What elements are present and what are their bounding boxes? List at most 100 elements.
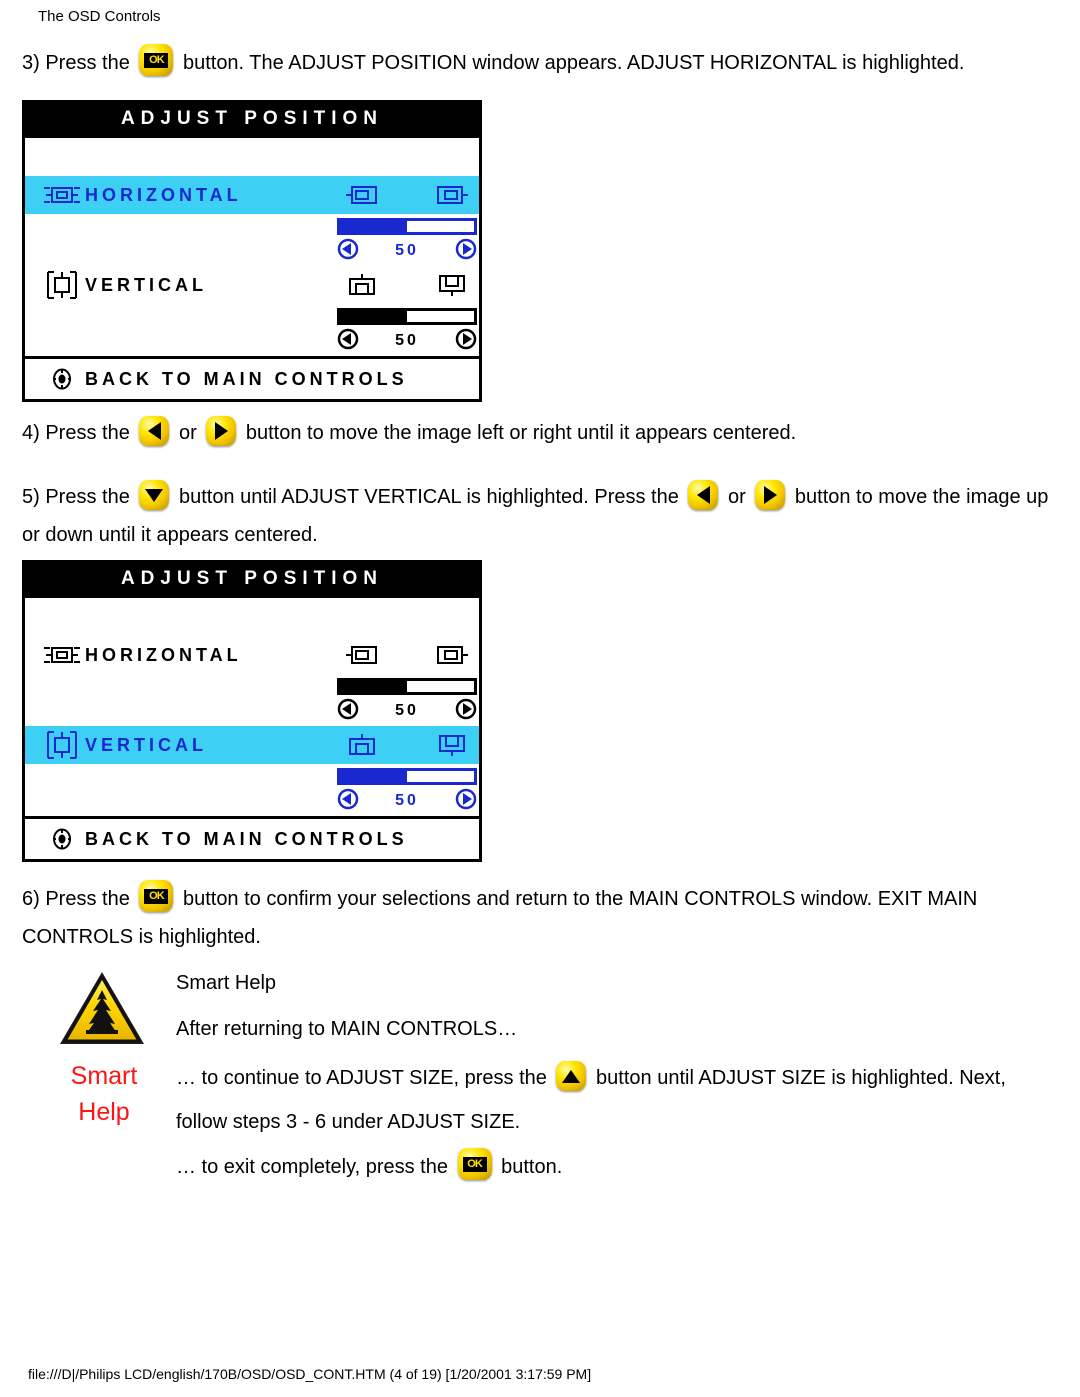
horizontal-position-icon [39,645,85,665]
smart-help-body-line-1-post: button until ADJUST SIZE is [596,1067,846,1089]
shift-down-icon[interactable] [433,726,471,764]
osd-slider-vertical-value: 50 [395,792,419,809]
osd-row-horizontal[interactable]: HORIZONTAL [25,176,479,214]
osd-row-vertical-label: VERTICAL [85,734,207,755]
osd-slider-vertical-increase-icon[interactable] [455,788,477,815]
step-4-post: button to move the image left or right u… [245,422,797,444]
osd-slider-vertical-controls: 50 [337,788,477,814]
smart-help-intro-text: After returning to MAIN CONTROLS… [176,1018,518,1040]
step-5-mid-1: button until ADJUST VERTICAL is highligh… [178,486,679,508]
warning-triangle-icon [56,968,148,1050]
smart-help-badge-line-2: Help [78,1098,130,1126]
step-6-pre: 6) Press the [22,888,130,910]
down-arrow-glyph [139,480,169,510]
osd-slider-vertical-decrease-icon[interactable] [337,788,359,815]
osd-slider-vertical-bar[interactable] [337,308,477,325]
osd-slider-vertical-controls: 50 [337,328,477,354]
smart-help-body-line-1-pre: … to continue to ADJUST SIZE, press the [176,1067,547,1089]
osd-slider-horizontal-bar[interactable] [337,218,477,235]
osd-panel-adjust-position-horizontal: ADJUST POSITION HORIZONTAL 50 VERTICAL 5… [22,100,482,402]
osd-panel-1-footer[interactable]: BACK TO MAIN CONTROLS [25,356,479,399]
osd-slider-horizontal-fill [340,681,407,692]
down-arrow-button-icon[interactable] [139,480,170,510]
vertical-position-icon [39,270,85,300]
osd-row-horizontal-label: HORIZONTAL [85,644,242,665]
smart-help-exit-line: … to exit completely, press the OK butto… [176,1148,562,1184]
osd-panel-1-body: HORIZONTAL 50 VERTICAL 50 [25,136,479,356]
smart-help-body-line-3-pre: … to exit completely, press the [176,1156,448,1178]
ok-button-glyph: OK [139,44,173,76]
osd-panel-2-footer[interactable]: BACK TO MAIN CONTROLS [25,816,479,859]
shift-left-icon[interactable] [343,636,381,674]
left-arrow-button-icon[interactable] [688,480,719,510]
smart-help-body: … to continue to ADJUST SIZE, press the … [176,1056,1056,1144]
right-arrow-button-icon[interactable] [206,416,237,446]
ok-label: OK [462,1156,487,1172]
ok-button-icon[interactable]: OK [457,1148,492,1180]
shift-right-icon[interactable] [433,176,471,214]
osd-slider-vertical[interactable]: 50 [337,768,477,814]
osd-slider-vertical-value: 50 [395,332,419,349]
osd-slider-horizontal-increase-icon[interactable] [455,698,477,725]
right-arrow-glyph [206,416,236,446]
step-5-pre: 5) Press the [22,486,130,508]
back-target-icon [39,828,85,850]
osd-panel-2-footer-label: BACK TO MAIN CONTROLS [85,828,408,849]
step-3-text: 3) Press the OK button. The ADJUST POSIT… [22,44,964,80]
osd-slider-horizontal-increase-icon[interactable] [455,238,477,265]
shift-right-icon[interactable] [433,636,471,674]
osd-slider-horizontal-decrease-icon[interactable] [337,698,359,725]
osd-row-horizontal-label: HORIZONTAL [85,184,242,205]
osd-row-vertical[interactable]: VERTICAL [25,726,479,764]
page-footer-path: file:///D|/Philips LCD/english/170B/OSD/… [28,1366,592,1382]
osd-slider-vertical-increase-icon[interactable] [455,328,477,355]
osd-slider-horizontal[interactable]: 50 [337,218,477,264]
shift-left-icon[interactable] [343,176,381,214]
left-arrow-glyph [688,480,718,510]
osd-slider-vertical-bar[interactable] [337,768,477,785]
right-arrow-glyph [755,480,785,510]
smart-help-intro: Smart Help After returning to MAIN CONTR… [176,960,1036,1052]
osd-slider-horizontal[interactable]: 50 [337,678,477,724]
step-5-mid-2: or [727,486,746,508]
osd-row-vertical[interactable]: VERTICAL [25,266,479,304]
step-6-post: button to confirm your selections and re… [182,888,978,910]
right-arrow-button-icon[interactable] [755,480,786,510]
horizontal-position-icon [39,185,85,205]
osd-slider-horizontal-decrease-icon[interactable] [337,238,359,265]
step-5-post: button to move the [794,486,961,508]
osd-row-horizontal[interactable]: HORIZONTAL [25,636,479,674]
osd-row-vertical-label: VERTICAL [85,274,207,295]
step-4-pre: 4) Press the [22,422,130,444]
osd-slider-vertical[interactable]: 50 [337,308,477,354]
up-arrow-glyph [556,1061,586,1091]
up-arrow-button-icon[interactable] [556,1061,587,1091]
osd-slider-horizontal-value: 50 [395,242,419,259]
osd-slider-horizontal-controls: 50 [337,238,477,264]
smart-help-badge: Smart Help [56,1058,152,1130]
step-3-pre: 3) Press the [22,52,130,74]
ok-button-icon[interactable]: OK [139,44,174,76]
back-target-icon [39,368,85,390]
page-header: The OSD Controls [38,8,161,25]
vertical-position-icon [39,730,85,760]
osd-slider-vertical-fill [340,771,407,782]
left-arrow-button-icon[interactable] [139,416,170,446]
ok-button-icon[interactable]: OK [139,880,174,912]
osd-slider-horizontal-controls: 50 [337,698,477,724]
step-5-text: 5) Press the button until ADJUST VERTICA… [22,478,1068,554]
ok-label: OK [144,888,169,904]
left-arrow-glyph [139,416,169,446]
osd-panel-1-title: ADJUST POSITION [25,103,479,136]
shift-up-icon[interactable] [343,266,381,304]
osd-slider-horizontal-fill [340,221,407,232]
osd-slider-horizontal-bar[interactable] [337,678,477,695]
ok-button-glyph: OK [139,880,173,912]
step-4-text: 4) Press the or button to move the image… [22,416,796,450]
shift-up-icon[interactable] [343,726,381,764]
osd-slider-vertical-fill [340,311,407,322]
shift-down-icon[interactable] [433,266,471,304]
step-3-post: button. The ADJUST POSITION window appea… [182,52,965,74]
step-4-mid: or [178,422,197,444]
osd-slider-vertical-decrease-icon[interactable] [337,328,359,355]
